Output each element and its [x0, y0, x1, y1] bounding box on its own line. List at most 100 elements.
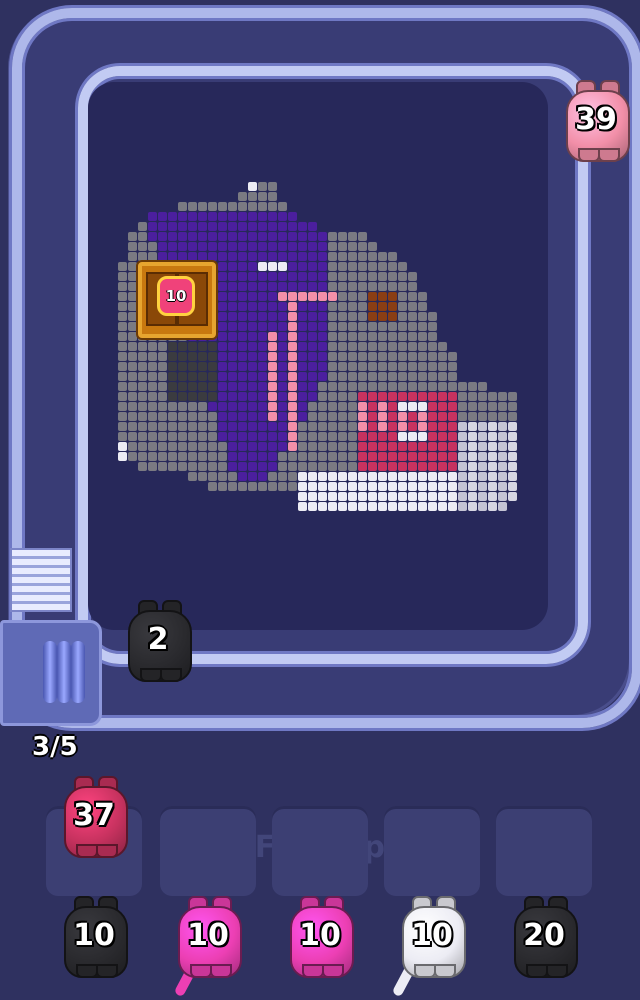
pixel-cell: [368, 342, 377, 351]
pixel-cell: [118, 362, 127, 371]
pixel-cell: [228, 262, 237, 271]
pixel-cell: [438, 392, 447, 401]
pixel-cell: [298, 492, 307, 501]
pixel-cell: [228, 382, 237, 391]
pixel-cell: [188, 342, 197, 351]
pixel-cell: [168, 432, 177, 441]
pixel-cell: [388, 372, 397, 381]
pixel-cell: [388, 352, 397, 361]
pixel-cell: [128, 392, 137, 401]
pixel-cell: [278, 462, 287, 471]
pixel-cell: [418, 422, 427, 431]
queue-pig[interactable]: 10: [172, 896, 244, 978]
pixel-cell: [208, 452, 217, 461]
holding-slot[interactable]: [496, 806, 592, 896]
pixel-cell: [128, 362, 137, 371]
pixel-cell: [158, 442, 167, 451]
pixel-cell: [118, 352, 127, 361]
pixel-cell: [298, 502, 307, 511]
pixel-cell: [128, 242, 137, 251]
pixel-cell: [138, 362, 147, 371]
pixel-cell: [258, 442, 267, 451]
conveyor-pig[interactable]: 39: [560, 80, 632, 162]
pixel-cell: [298, 292, 307, 301]
queue-pig[interactable]: 10: [284, 896, 356, 978]
pixel-cell: [338, 502, 347, 511]
pixel-cell: [508, 452, 517, 461]
pixel-cell: [208, 212, 217, 221]
pixel-cell: [258, 272, 267, 281]
pixel-cell: [388, 452, 397, 461]
pixel-cell: [418, 502, 427, 511]
pixel-cell: [308, 342, 317, 351]
pixel-cell: [398, 372, 407, 381]
pixel-cell: [278, 352, 287, 361]
pixel-cell: [118, 432, 127, 441]
pixel-cell: [178, 392, 187, 401]
pixel-cell: [248, 252, 257, 261]
pixel-cell: [238, 292, 247, 301]
pixel-cell: [178, 452, 187, 461]
queue-pig[interactable]: 10: [396, 896, 468, 978]
pixel-cell: [278, 482, 287, 491]
pixel-cell: [428, 442, 437, 451]
pixel-cell: [348, 232, 357, 241]
pixel-cell: [128, 292, 137, 301]
pixel-cell: [208, 392, 217, 401]
queue-pig[interactable]: 20: [508, 896, 580, 978]
pixel-cell: [168, 212, 177, 221]
pixel-cell: [328, 262, 337, 271]
pixel-cell: [508, 392, 517, 401]
pixel-cell: [288, 212, 297, 221]
pixel-cell: [318, 412, 327, 421]
pixel-cell: [248, 242, 257, 251]
pixel-cell: [318, 452, 327, 461]
pixel-cell: [278, 302, 287, 311]
pixel-cell: [288, 302, 297, 311]
pixel-cell: [278, 392, 287, 401]
pixel-cell: [308, 262, 317, 271]
pixel-cell: [178, 382, 187, 391]
pixel-cell: [318, 272, 327, 281]
pixel-cell: [508, 472, 517, 481]
pig-foot: [578, 148, 600, 162]
pixel-cell: [128, 302, 137, 311]
pixel-cell: [168, 442, 177, 451]
pixel-cell: [398, 332, 407, 341]
pixel-cell: [408, 462, 417, 471]
pixel-cell: [328, 282, 337, 291]
holding-slot[interactable]: [272, 806, 368, 896]
conveyor-pig[interactable]: 2: [122, 600, 194, 682]
pixel-cell: [508, 422, 517, 431]
pixel-cell: [348, 312, 357, 321]
pixel-cell: [368, 312, 377, 321]
pixel-cell: [248, 292, 257, 301]
pixel-cell: [358, 482, 367, 491]
pixel-cell: [348, 412, 357, 421]
slot-pig[interactable]: 37: [58, 776, 130, 858]
pixel-cell: [318, 472, 327, 481]
pixel-cell: [238, 272, 247, 281]
pixel-cell: [368, 352, 377, 361]
pixel-cell: [368, 272, 377, 281]
bomb-crate[interactable]: 10: [138, 262, 216, 338]
pixel-cell: [378, 272, 387, 281]
pig-foot: [76, 844, 98, 858]
pixel-cell: [188, 382, 197, 391]
pixel-cell: [258, 312, 267, 321]
queue-pig[interactable]: 10: [58, 896, 130, 978]
pixel-cell: [248, 402, 257, 411]
holding-slot[interactable]: [160, 806, 256, 896]
pixel-cell: [388, 462, 397, 471]
holding-slot[interactable]: [384, 806, 480, 896]
pixel-cell: [148, 252, 157, 261]
pixel-cell: [508, 462, 517, 471]
pixel-cell: [408, 342, 417, 351]
pixel-cell: [218, 452, 227, 461]
pixel-cell: [218, 422, 227, 431]
pixel-cell: [418, 452, 427, 461]
pixel-cell: [288, 262, 297, 271]
pixel-cell: [208, 252, 217, 261]
pixel-cell: [288, 242, 297, 251]
pixel-cell: [258, 262, 267, 271]
